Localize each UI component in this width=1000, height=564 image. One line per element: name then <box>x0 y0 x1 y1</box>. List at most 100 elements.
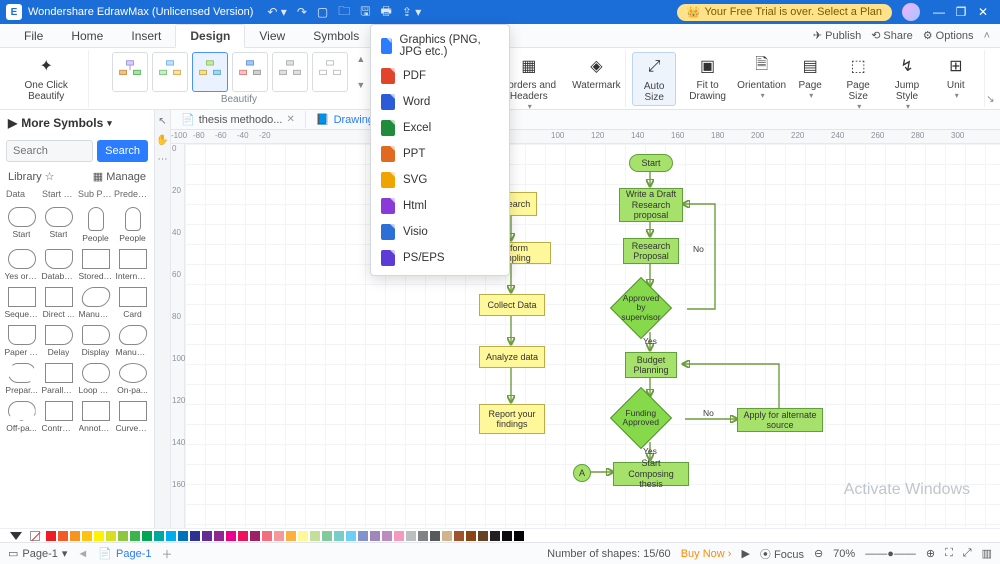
color-swatch[interactable] <box>166 531 176 541</box>
color-swatch[interactable] <box>226 531 236 541</box>
color-swatch[interactable] <box>478 531 488 541</box>
orientation-button[interactable]: 🗎Orientation <box>739 52 784 102</box>
shape-compose[interactable]: Start Composing thesis <box>613 462 689 486</box>
shape-palette-item[interactable]: Prepar... <box>4 361 39 397</box>
close-icon[interactable]: ✕ <box>286 114 294 125</box>
export-graphics-png-jpg-etc-[interactable]: Graphics (PNG, JPG etc.) <box>371 29 509 63</box>
color-swatch[interactable] <box>322 531 332 541</box>
one-click-beautify-button[interactable]: ✦ One Click Beautify <box>10 52 82 104</box>
color-swatch[interactable] <box>406 531 416 541</box>
lib-tab-start[interactable]: Start or... <box>42 189 76 199</box>
shape-alternate-source[interactable]: Apply for alternate source <box>737 408 823 432</box>
tab-thesis[interactable]: 📄 thesis methodo... ✕ <box>171 111 306 128</box>
theme-swatch-4[interactable] <box>232 52 268 92</box>
theme-swatch-2[interactable] <box>152 52 188 92</box>
shape-palette-item[interactable]: Off-pa... <box>4 399 39 435</box>
color-swatch[interactable] <box>370 531 380 541</box>
fit-page-icon[interactable]: ⛶ <box>945 547 953 560</box>
shape-palette-item[interactable]: Control... <box>41 399 76 435</box>
color-swatch[interactable] <box>58 531 68 541</box>
menu-symbols[interactable]: Symbols <box>299 25 373 47</box>
export-ps-eps[interactable]: PS/EPS <box>371 245 509 271</box>
color-swatch[interactable] <box>190 531 200 541</box>
jump-style-button[interactable]: ↯Jump Style <box>884 52 930 113</box>
page-size-button[interactable]: ⬚Page Size <box>836 52 880 113</box>
export-svg[interactable]: SVG <box>371 167 509 193</box>
menu-insert[interactable]: Insert <box>117 25 175 47</box>
library-label[interactable]: Library ☆ <box>8 170 55 183</box>
color-swatch[interactable] <box>154 531 164 541</box>
color-swatch[interactable] <box>250 531 260 541</box>
collapse-ribbon-icon[interactable]: ˄ <box>984 29 990 42</box>
color-swatch[interactable] <box>274 531 284 541</box>
color-swatch[interactable] <box>142 531 152 541</box>
fullscreen-icon[interactable]: ⤢ <box>963 547 972 560</box>
page-tab[interactable]: 📄 Page-1 <box>98 547 151 560</box>
shape-palette-item[interactable]: Annota... <box>78 399 113 435</box>
menu-home[interactable]: Home <box>57 25 117 47</box>
export-excel[interactable]: Excel <box>371 115 509 141</box>
window-min-button[interactable]: — <box>928 5 950 19</box>
options-button[interactable]: ⚙ Options <box>923 29 974 42</box>
trial-banner[interactable]: 👑Your Free Trial is over. Select a Plan <box>677 4 892 21</box>
theme-swatch-5[interactable] <box>272 52 308 92</box>
color-picker-icon[interactable] <box>10 532 22 540</box>
manage-library-button[interactable]: ▦ Manage <box>93 170 146 183</box>
export-word[interactable]: Word <box>371 89 509 115</box>
color-swatch[interactable] <box>394 531 404 541</box>
drawing-canvas[interactable]: Research Perform Sampling Collect Data A… <box>185 144 1000 528</box>
watermark-button[interactable]: ◈Watermark <box>574 52 620 93</box>
theme-swatch-1[interactable] <box>112 52 148 92</box>
save-icon[interactable]: 🖫 <box>360 2 370 23</box>
shape-palette-item[interactable]: Loop Li... <box>78 361 113 397</box>
color-swatch[interactable] <box>298 531 308 541</box>
shape-collect[interactable]: Collect Data <box>479 294 545 316</box>
theme-prev-icon[interactable]: ▲ <box>356 54 365 64</box>
color-swatch[interactable] <box>286 531 296 541</box>
undo-icon[interactable]: ↶ ▾ <box>267 5 286 19</box>
shape-funding[interactable]: Funding Approved <box>619 396 663 440</box>
layout-icon[interactable]: ▥ <box>982 547 992 560</box>
color-swatch[interactable] <box>454 531 464 541</box>
color-swatch[interactable] <box>442 531 452 541</box>
shape-palette-item[interactable]: Yes or No <box>4 247 39 283</box>
color-swatch[interactable] <box>214 531 224 541</box>
color-swatch[interactable] <box>202 531 212 541</box>
export-visio[interactable]: Visio <box>371 219 509 245</box>
color-swatch[interactable] <box>466 531 476 541</box>
export-pdf[interactable]: PDF <box>371 63 509 89</box>
shape-start[interactable]: Start <box>629 154 673 172</box>
color-swatch[interactable] <box>514 531 524 541</box>
menu-view[interactable]: View <box>245 25 299 47</box>
color-swatch[interactable] <box>334 531 344 541</box>
color-swatch[interactable] <box>118 531 128 541</box>
publish-button[interactable]: ✈ Publish <box>813 29 861 42</box>
shape-palette-item[interactable]: Start <box>41 205 76 245</box>
shape-palette-item[interactable]: Direct ... <box>41 285 76 321</box>
user-avatar[interactable] <box>902 3 920 21</box>
color-swatch[interactable] <box>130 531 140 541</box>
menu-file[interactable]: File <box>10 25 57 47</box>
color-swatch[interactable] <box>358 531 368 541</box>
zoom-out-button[interactable]: ⊖ <box>814 547 823 560</box>
open-icon[interactable]: 🗀 <box>338 2 350 23</box>
window-close-button[interactable]: ✕ <box>972 5 994 19</box>
menu-design[interactable]: Design <box>175 24 245 48</box>
color-swatch[interactable] <box>106 531 116 541</box>
color-swatch[interactable] <box>502 531 512 541</box>
redo-icon[interactable]: ↷ <box>297 5 307 19</box>
color-swatch[interactable] <box>490 531 500 541</box>
shape-palette-item[interactable]: Manual... <box>78 285 113 321</box>
unit-button[interactable]: ⊞Unit <box>934 52 978 102</box>
toolstrip-more-icon[interactable]: ⋯ <box>158 154 168 165</box>
shape-approved-supervisor[interactable]: Approved by supervisor <box>619 286 663 330</box>
color-swatch[interactable] <box>70 531 80 541</box>
add-page-button[interactable]: ＋ <box>162 546 173 562</box>
focus-toggle[interactable]: ⦿ Focus <box>760 546 804 562</box>
page-nav-prev-icon[interactable]: ◄ <box>77 548 88 560</box>
shape-palette-item[interactable]: Delay <box>41 323 76 359</box>
shape-palette-item[interactable]: Card <box>115 285 150 321</box>
ribbon-launcher-icon[interactable]: ↘ <box>985 50 996 107</box>
lib-tab-subproc[interactable]: Sub Pr... <box>78 189 112 199</box>
shape-palette-item[interactable]: Stored ... <box>78 247 113 283</box>
